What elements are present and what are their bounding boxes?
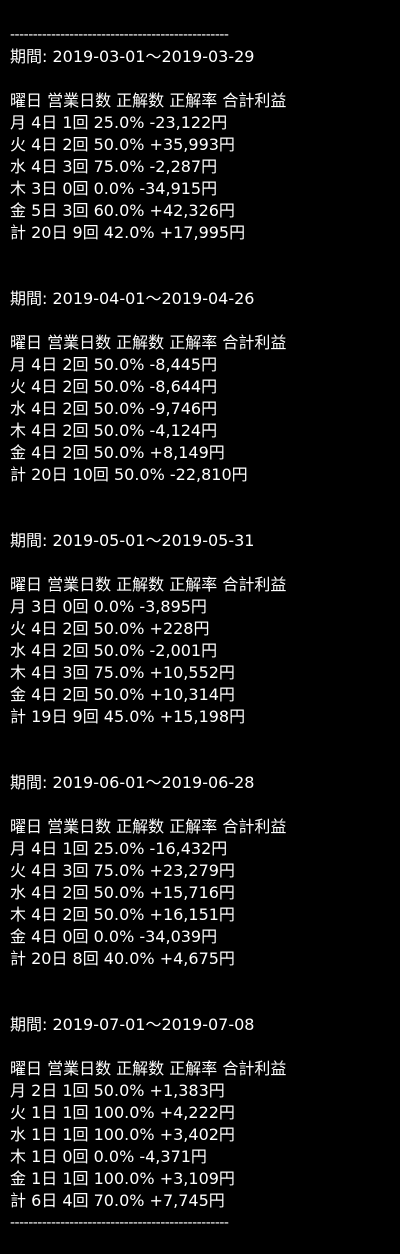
period-line: 期間: 2019-05-01～2019-05-31 [10,530,390,552]
table-header: 曜日 営業日数 正解数 正解率 合計利益 [10,575,287,594]
row-total: 計 20日 10回 50.0% -22,810円 [10,465,248,484]
row-monday: 月 4日 2回 50.0% -8,445円 [10,355,218,374]
table-header: 曜日 営業日数 正解数 正解率 合計利益 [10,333,287,352]
period-range: 2019-03-01～2019-03-29 [52,47,255,66]
period-line: 期間: 2019-04-01～2019-04-26 [10,288,390,310]
period-label: 期間: [10,289,53,308]
period-section: 期間: 2019-04-01～2019-04-26 曜日 営業日数 正解数 正解… [10,288,390,486]
period-label: 期間: [10,1015,53,1034]
period-section: 期間: 2019-03-01～2019-03-29 曜日 営業日数 正解数 正解… [10,46,390,244]
row-monday: 月 4日 1回 25.0% -16,432円 [10,839,228,858]
period-label: 期間: [10,531,53,550]
row-thursday: 木 4日 2回 50.0% -4,124円 [10,421,218,440]
row-wednesday: 水 4日 2回 50.0% +15,716円 [10,883,235,902]
top-divider: ----------------------------------------… [10,27,229,43]
row-friday: 金 4日 0回 0.0% -34,039円 [10,927,218,946]
table-header: 曜日 営業日数 正解数 正解率 合計利益 [10,817,287,836]
row-tuesday: 火 4日 2回 50.0% +35,993円 [10,135,235,154]
period-section: 期間: 2019-05-01～2019-05-31 曜日 営業日数 正解数 正解… [10,530,390,728]
period-line: 期間: 2019-03-01～2019-03-29 [10,46,390,68]
row-tuesday: 火 4日 3回 75.0% +23,279円 [10,861,235,880]
table-header: 曜日 営業日数 正解数 正解率 合計利益 [10,1059,287,1078]
row-wednesday: 水 4日 2回 50.0% -2,001円 [10,641,218,660]
table-header: 曜日 営業日数 正解数 正解率 合計利益 [10,91,287,110]
row-total: 計 19日 9回 45.0% +15,198円 [10,707,246,726]
period-range: 2019-04-01～2019-04-26 [52,289,255,308]
row-tuesday: 火 4日 2回 50.0% +228円 [10,619,210,638]
period-range: 2019-05-01～2019-05-31 [52,531,255,550]
row-total: 計 6日 4回 70.0% +7,745円 [10,1191,225,1210]
row-friday: 金 5日 3回 60.0% +42,326円 [10,201,235,220]
row-wednesday: 水 4日 3回 75.0% -2,287円 [10,157,218,176]
row-wednesday: 水 1日 1回 100.0% +3,402円 [10,1125,235,1144]
period-section: 期間: 2019-07-01～2019-07-08 曜日 営業日数 正解数 正解… [10,1014,390,1212]
row-friday: 金 4日 2回 50.0% +10,314円 [10,685,235,704]
row-friday: 金 4日 2回 50.0% +8,149円 [10,443,225,462]
row-total: 計 20日 8回 40.0% +4,675円 [10,949,235,968]
period-line: 期間: 2019-07-01～2019-07-08 [10,1014,390,1036]
period-range: 2019-06-01～2019-06-28 [52,773,255,792]
row-monday: 月 3日 0回 0.0% -3,895円 [10,597,207,616]
period-label: 期間: [10,47,53,66]
row-tuesday: 火 1日 1回 100.0% +4,222円 [10,1103,235,1122]
row-monday: 月 4日 1回 25.0% -23,122円 [10,113,228,132]
row-wednesday: 水 4日 2回 50.0% -9,746円 [10,399,218,418]
row-friday: 金 1日 1回 100.0% +3,109円 [10,1169,235,1188]
row-thursday: 木 4日 2回 50.0% +16,151円 [10,905,235,924]
period-line: 期間: 2019-06-01～2019-06-28 [10,772,390,794]
period-label: 期間: [10,773,53,792]
row-monday: 月 2日 1回 50.0% +1,383円 [10,1081,225,1100]
row-thursday: 木 1日 0回 0.0% -4,371円 [10,1147,207,1166]
report: ----------------------------------------… [10,24,390,1234]
row-tuesday: 火 4日 2回 50.0% -8,644円 [10,377,218,396]
row-thursday: 木 3日 0回 0.0% -34,915円 [10,179,218,198]
period-range: 2019-07-01～2019-07-08 [52,1015,255,1034]
row-total: 計 20日 9回 42.0% +17,995円 [10,223,246,242]
row-thursday: 木 4日 3回 75.0% +10,552円 [10,663,235,682]
period-section: 期間: 2019-06-01～2019-06-28 曜日 営業日数 正解数 正解… [10,772,390,970]
bottom-divider: ----------------------------------------… [10,1215,229,1231]
